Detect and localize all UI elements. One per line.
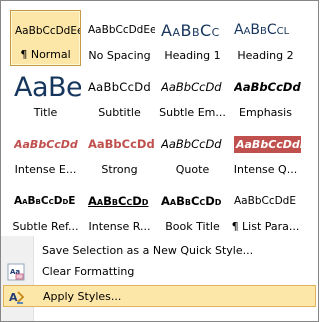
style-sample: AaBbCc xyxy=(161,20,220,40)
svg-text:A: A xyxy=(9,291,18,304)
style-intense-emphasis[interactable]: AaBbCcDd Intense E... xyxy=(10,124,81,180)
style-label: Intense E... xyxy=(14,163,77,176)
style-emphasis[interactable]: AaBbCcDd Emphasis xyxy=(230,67,301,123)
style-heading-1[interactable]: AaBbCc Heading 1 xyxy=(157,10,228,66)
style-sample: AaBbCcDd xyxy=(14,137,78,151)
style-label: Heading 1 xyxy=(164,49,221,62)
style-list-paragraph[interactable]: AaBbCcDdE ¶ List Para... xyxy=(230,181,301,237)
style-sample: AaBbCcDdEe xyxy=(15,25,80,37)
quick-styles-gallery: AaBbCcDdEe ¶ Normal AaBbCcDdEe No Spacin… xyxy=(1,1,318,237)
gallery-edge-marker xyxy=(1,227,7,235)
style-label: Book Title xyxy=(165,220,220,233)
style-sample: AaBbCcDd xyxy=(88,80,152,94)
style-quote[interactable]: AaBbCcDd Quote xyxy=(157,124,228,180)
style-sample: AaBbCcDd xyxy=(161,194,222,208)
style-sample: AaBbCcDdEe xyxy=(88,24,155,36)
style-sample: AaBe xyxy=(14,71,81,103)
menu-item-label: Clear Formatting xyxy=(42,265,135,278)
style-label: ¶ List Para... xyxy=(231,220,300,233)
style-book-title[interactable]: AaBbCcDd Book Title xyxy=(157,181,228,237)
new-style-icon xyxy=(7,242,25,260)
style-label: No Spacing xyxy=(88,49,151,62)
clear-formatting-icon: Aa xyxy=(7,263,25,281)
style-intense-reference[interactable]: AaBbCcDd Intense R... xyxy=(84,181,155,237)
save-selection-as-quick-style-item[interactable]: Save Selection as a New Quick Style... xyxy=(3,240,316,262)
style-label: Subtitle xyxy=(98,106,141,119)
style-sample: AaBbCcDd xyxy=(161,80,222,94)
menu-item-label: Save Selection as a New Quick Style... xyxy=(42,244,254,257)
style-label: Emphasis xyxy=(239,106,292,119)
style-label: Subtle Em... xyxy=(159,106,226,119)
style-sample: AaBbCcDd xyxy=(88,194,149,208)
style-sample: AaBbCcDd xyxy=(234,80,301,94)
style-sample: AaBbCcDdE xyxy=(234,124,301,164)
style-title[interactable]: AaBe Title xyxy=(10,67,81,123)
menu-item-label: Apply Styles... xyxy=(43,290,122,303)
style-label: Intense R... xyxy=(88,220,151,233)
style-sample: AaBbCcDdE xyxy=(14,195,76,207)
style-sample: AaBbCcDd xyxy=(161,137,222,151)
style-intense-quote[interactable]: AaBbCcDdE Intense Q... xyxy=(230,124,301,180)
style-subtle-emphasis[interactable]: AaBbCcDd Subtle Em... xyxy=(157,67,228,123)
styles-menu: Save Selection as a New Quick Style... A… xyxy=(1,236,318,321)
style-label: Strong xyxy=(101,163,138,176)
quick-styles-dropdown: AaBbCcDdEe ¶ Normal AaBbCcDdEe No Spacin… xyxy=(0,0,319,322)
style-label: Quote xyxy=(175,163,210,176)
style-label: ¶ Normal xyxy=(20,48,71,61)
style-label: Subtle Ref... xyxy=(12,220,79,233)
style-label: Title xyxy=(33,106,58,119)
style-sample: AaBbCcDdE xyxy=(234,195,296,207)
style-heading-2[interactable]: AaBbCcl Heading 2 xyxy=(230,10,301,66)
apply-styles-item[interactable]: A Apply Styles... xyxy=(3,285,316,307)
style-subtle-reference[interactable]: AaBbCcDdE Subtle Ref... xyxy=(10,181,81,237)
clear-formatting-item[interactable]: Aa Clear Formatting xyxy=(3,261,316,283)
style-label: Intense Q... xyxy=(233,163,298,176)
apply-styles-icon: A xyxy=(8,288,26,306)
style-no-spacing[interactable]: AaBbCcDdEe No Spacing xyxy=(84,10,155,66)
intense-quote-highlight: AaBbCcDdE xyxy=(234,135,301,153)
style-strong[interactable]: AaBbCcDd Strong xyxy=(84,124,155,180)
style-sample: AaBbCcDd xyxy=(88,137,155,151)
style-subtitle[interactable]: AaBbCcDd Subtitle xyxy=(84,67,155,123)
style-sample: AaBbCcl xyxy=(234,22,290,38)
style-normal[interactable]: AaBbCcDdEe ¶ Normal xyxy=(10,10,81,66)
style-label: Heading 2 xyxy=(237,49,294,62)
